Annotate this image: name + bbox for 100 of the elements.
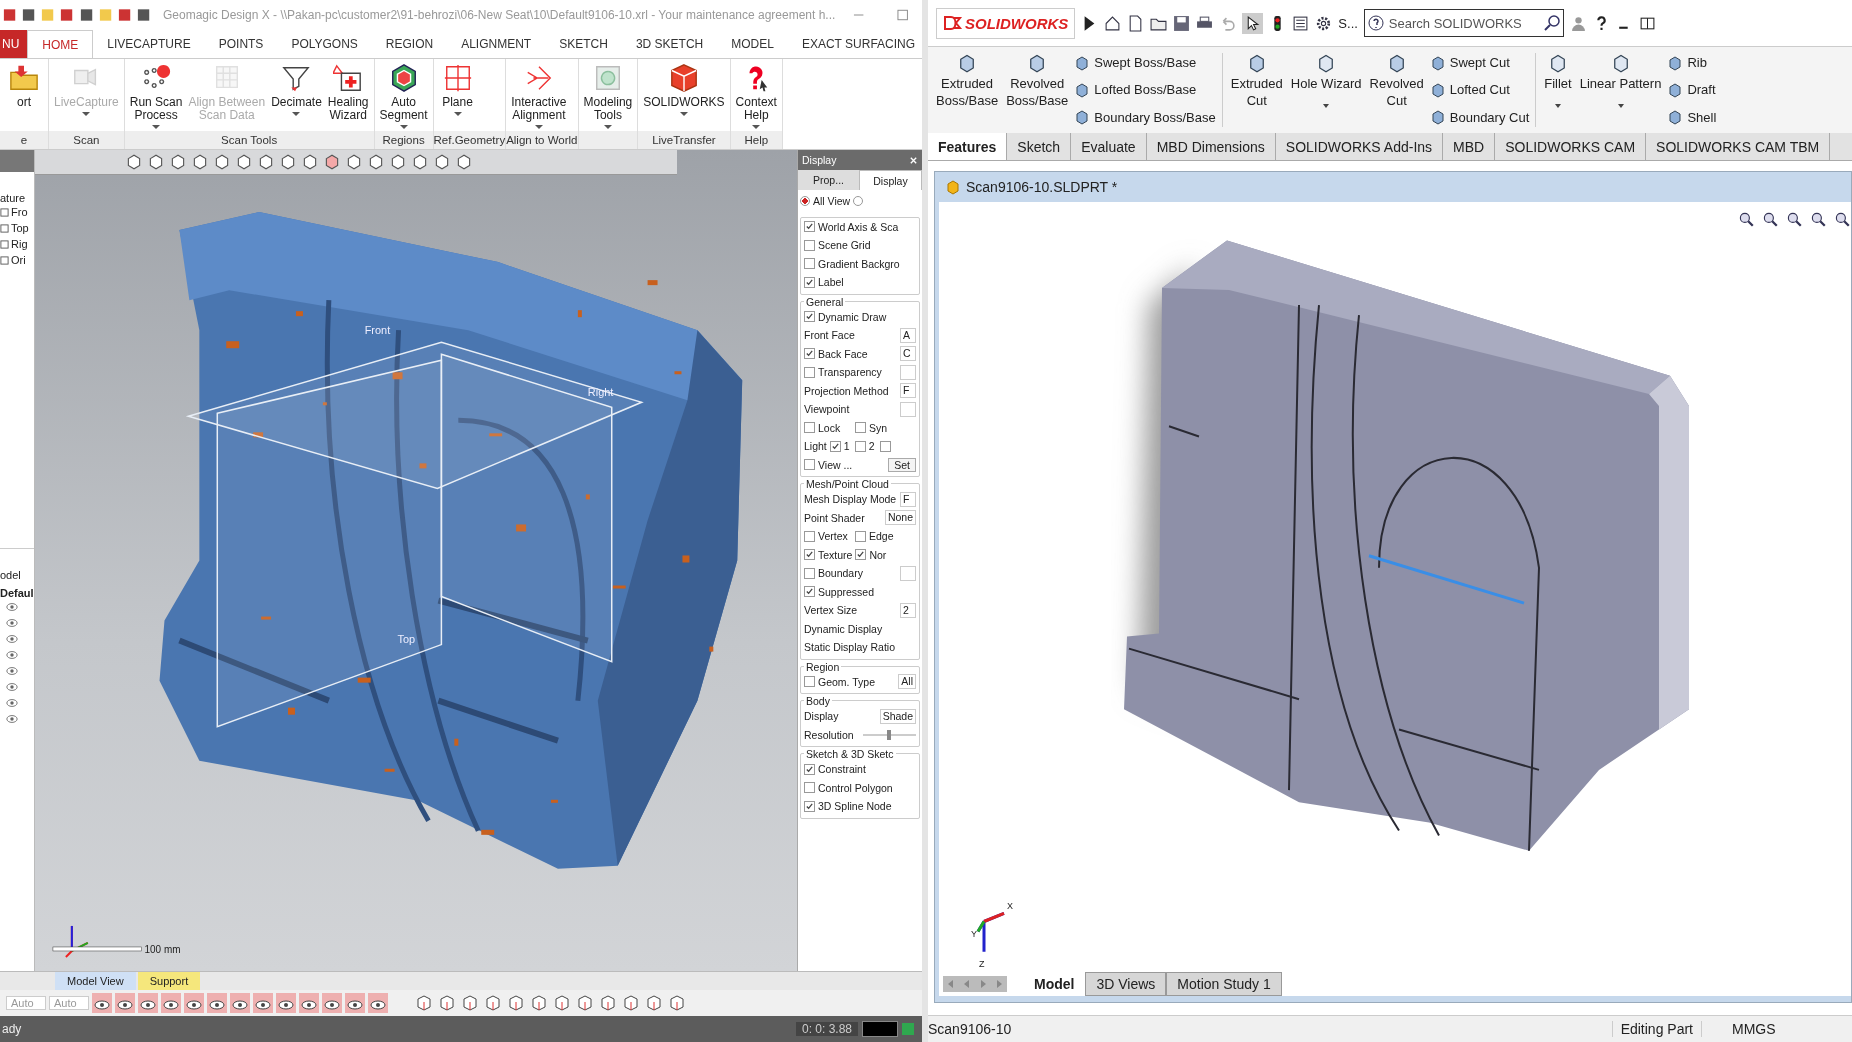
command-button[interactable]: Swept Cut: [1429, 54, 1530, 71]
checkbox[interactable]: [855, 549, 867, 561]
eye-icon[interactable]: [345, 993, 365, 1013]
cursor-icon[interactable]: [1242, 12, 1264, 34]
close-icon[interactable]: [909, 155, 918, 165]
command-button[interactable]: Fillet: [1542, 49, 1574, 131]
command-tab[interactable]: MBD Dimensions: [1146, 133, 1276, 160]
eye-icon[interactable]: [207, 993, 227, 1013]
toolbar-icon[interactable]: [78, 7, 94, 23]
checkbox[interactable]: [854, 440, 866, 452]
set-button[interactable]: Set: [888, 457, 916, 472]
ribbon-button[interactable]: ort: [2, 61, 46, 131]
option-field[interactable]: Shade: [879, 708, 916, 724]
cube-icon[interactable]: [301, 153, 319, 171]
eye-icon[interactable]: [253, 993, 273, 1013]
tree-item[interactable]: Ori: [11, 254, 26, 266]
ribbon-button[interactable]: Plane: [435, 61, 480, 131]
checkbox[interactable]: [804, 311, 815, 323]
checkbox[interactable]: [804, 676, 815, 688]
eye-icon[interactable]: [92, 993, 112, 1013]
ribbon-tab[interactable]: POLYGONS: [277, 30, 372, 58]
ribbon-tab[interactable]: LIVECAPTURE: [93, 30, 205, 58]
radio-button[interactable]: [800, 196, 810, 207]
search-field[interactable]: Search SOLIDWORKS: [1363, 9, 1564, 37]
cube-icon[interactable]: [411, 153, 429, 171]
checkbox[interactable]: [804, 586, 815, 598]
command-tab[interactable]: SOLIDWORKS CAM TBM: [1646, 133, 1831, 160]
command-button[interactable]: Shell: [1667, 109, 1717, 126]
command-button[interactable]: Rib: [1667, 54, 1717, 71]
toolbar-icon[interactable]: [21, 7, 37, 23]
option-field[interactable]: A: [900, 327, 916, 343]
ribbon-tab[interactable]: MODEL: [717, 30, 788, 58]
eye-icon[interactable]: [6, 601, 18, 613]
checkbox[interactable]: [804, 422, 815, 434]
checkbox[interactable]: [804, 549, 815, 561]
cube-icon[interactable]: [414, 993, 434, 1013]
cube-icon[interactable]: [389, 153, 407, 171]
cube-icon[interactable]: [279, 153, 297, 171]
eye-icon[interactable]: [138, 993, 158, 1013]
toolbar-icon[interactable]: [2, 7, 18, 23]
option-field[interactable]: All: [898, 674, 916, 690]
toolbar-label[interactable]: S...: [1338, 15, 1358, 31]
command-button[interactable]: Boundary Cut: [1429, 109, 1530, 126]
eye-icon[interactable]: [161, 993, 181, 1013]
option-field[interactable]: [900, 565, 916, 581]
cube-icon[interactable]: [644, 993, 664, 1013]
status-units[interactable]: MMGS: [1732, 1021, 1852, 1037]
command-tab[interactable]: MBD: [1443, 133, 1496, 160]
command-button[interactable]: Swept Boss/Base: [1074, 54, 1216, 71]
cube-icon[interactable]: [598, 993, 618, 1013]
home-icon[interactable]: [1104, 14, 1122, 32]
ribbon-tab[interactable]: REGION: [371, 30, 448, 58]
eye-icon[interactable]: [368, 993, 388, 1013]
eye-icon[interactable]: [6, 713, 18, 725]
app-logo[interactable]: SOLIDWORKS: [936, 7, 1076, 39]
list-icon[interactable]: [1292, 14, 1310, 32]
maximize-icon[interactable]: [896, 9, 909, 21]
cube-icon[interactable]: [213, 153, 231, 171]
cube-icon[interactable]: [437, 993, 457, 1013]
checkbox[interactable]: [804, 763, 815, 775]
cube-icon[interactable]: [257, 153, 275, 171]
command-tab[interactable]: SOLIDWORKS CAM: [1495, 133, 1647, 160]
option-field[interactable]: 2: [900, 602, 916, 618]
cube-icon[interactable]: [345, 153, 363, 171]
slider-thumb[interactable]: [887, 729, 892, 740]
view-tool-icon[interactable]: [1809, 210, 1827, 228]
option-field[interactable]: F: [900, 383, 916, 399]
checkbox[interactable]: [829, 440, 841, 452]
toolbar-icon[interactable]: [116, 7, 132, 23]
cube-icon[interactable]: [169, 153, 187, 171]
eye-icon[interactable]: [184, 993, 204, 1013]
view-tool-icon[interactable]: [1833, 210, 1851, 228]
checkbox[interactable]: [804, 782, 815, 794]
checkbox[interactable]: [804, 239, 815, 251]
checkbox[interactable]: [804, 530, 815, 542]
command-tab[interactable]: Features: [928, 133, 1008, 160]
checkbox[interactable]: [804, 567, 815, 579]
command-button[interactable]: Linear Pattern: [1577, 49, 1664, 131]
view-tool-icon[interactable]: [1761, 210, 1779, 228]
command-button[interactable]: Lofted Cut: [1429, 82, 1530, 98]
tree-item[interactable]: Rig: [11, 238, 28, 250]
eye-icon[interactable]: [115, 993, 135, 1013]
ribbon-button[interactable]: Healing Wizard: [324, 61, 372, 131]
checkbox[interactable]: [804, 800, 815, 812]
ribbon-tab[interactable]: ALIGNMENT: [447, 30, 546, 58]
cube-icon[interactable]: [191, 153, 209, 171]
cube-icon[interactable]: [147, 153, 165, 171]
view-tool-icon[interactable]: [1737, 210, 1755, 228]
ribbon-tab[interactable]: POINTS: [204, 30, 278, 58]
command-button[interactable]: Extruded Cut: [1228, 49, 1285, 131]
ribbon-tab[interactable]: 3D SKETCH: [621, 30, 718, 58]
eye-icon[interactable]: [6, 617, 18, 629]
eye-icon[interactable]: [230, 993, 250, 1013]
cube-icon[interactable]: [621, 993, 641, 1013]
ribbon-button[interactable]: SOLIDWORKS: [640, 61, 728, 131]
cube-icon[interactable]: [367, 153, 385, 171]
document-tab[interactable]: Motion Study 1: [1166, 972, 1282, 996]
panel-tab[interactable]: Display: [859, 170, 922, 190]
option-field[interactable]: [900, 364, 916, 380]
eye-icon[interactable]: [6, 681, 18, 693]
